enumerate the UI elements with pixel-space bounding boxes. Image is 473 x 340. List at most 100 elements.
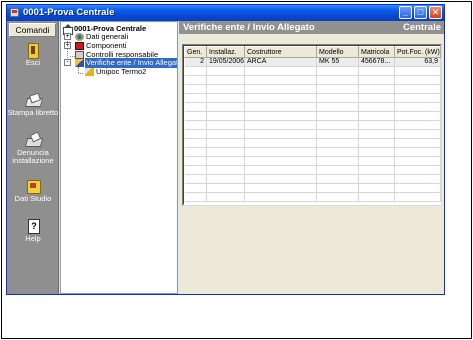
close-button[interactable]: ✕ bbox=[429, 6, 442, 19]
table-row-empty[interactable] bbox=[184, 75, 441, 85]
table-row-empty[interactable] bbox=[184, 111, 441, 121]
app-icon bbox=[10, 8, 19, 17]
table-cell bbox=[316, 66, 359, 76]
table-cell bbox=[206, 66, 245, 76]
sidebar-item-label: Esci bbox=[25, 58, 41, 67]
general-data-icon bbox=[75, 33, 84, 41]
table-cell bbox=[394, 93, 441, 103]
sidebar-item-dati-studio[interactable]: Dati Studio bbox=[7, 179, 59, 203]
table-row-empty[interactable] bbox=[184, 165, 441, 175]
table-cell bbox=[394, 84, 441, 94]
table-cell bbox=[244, 93, 317, 103]
table-row[interactable]: 2 19/05/2006 ARCA MK 55 456678... 63,9 bbox=[184, 57, 441, 67]
column-header-modello[interactable]: Modello bbox=[316, 46, 359, 58]
sidebar-item-denuncia-installazione[interactable]: Denuncia installazione bbox=[7, 133, 59, 165]
column-header-gen[interactable]: Gen. bbox=[184, 46, 207, 58]
tree-node-unipoc-termo2[interactable]: Unipoc Termo2 bbox=[61, 67, 177, 77]
app-window: 0001-Prova Centrale _ □ ✕ Comandi Esci S… bbox=[6, 4, 445, 295]
studio-data-icon bbox=[25, 179, 41, 194]
table-cell bbox=[206, 138, 245, 148]
title-bar[interactable]: 0001-Prova Centrale _ □ ✕ bbox=[7, 5, 444, 21]
tree-expander-plus[interactable]: + bbox=[64, 33, 71, 40]
column-header-potenza[interactable]: Pot.Foc. (kW) bbox=[394, 46, 441, 58]
table-cell bbox=[316, 147, 359, 157]
table-cell bbox=[244, 111, 317, 121]
table-cell bbox=[184, 120, 207, 130]
table-row-empty[interactable] bbox=[184, 138, 441, 148]
table-cell bbox=[244, 183, 317, 193]
commands-header-button[interactable]: Comandi bbox=[9, 23, 56, 37]
table-cell bbox=[244, 156, 317, 166]
tree-expander-minus[interactable]: - bbox=[64, 59, 71, 66]
tree-expander-plus[interactable]: + bbox=[64, 42, 71, 49]
table-cell bbox=[358, 75, 395, 85]
table-row-empty[interactable] bbox=[184, 129, 441, 139]
table-row-empty[interactable] bbox=[184, 93, 441, 103]
sidebar-item-help[interactable]: Help bbox=[7, 219, 59, 243]
column-header-matricola[interactable]: Matricola bbox=[358, 46, 395, 58]
table-cell bbox=[358, 102, 395, 112]
sidebar-item-esci[interactable]: Esci bbox=[7, 43, 59, 67]
table-row-empty[interactable] bbox=[184, 120, 441, 130]
content-header-right: Centrale bbox=[402, 22, 441, 33]
table-header-row: Gen. Installaz. Costruttore Modello Matr… bbox=[184, 46, 441, 58]
table-cell bbox=[184, 84, 207, 94]
table-cell bbox=[394, 120, 441, 130]
table-cell bbox=[244, 129, 317, 139]
table-cell bbox=[358, 183, 395, 193]
table-cell bbox=[394, 75, 441, 85]
table-cell bbox=[206, 93, 245, 103]
table-cell bbox=[184, 111, 207, 121]
table-cell bbox=[244, 192, 317, 202]
table-cell bbox=[244, 84, 317, 94]
table-cell: 63,9 bbox=[394, 57, 441, 67]
table-cell bbox=[244, 102, 317, 112]
table-cell bbox=[184, 129, 207, 139]
table-row-empty[interactable] bbox=[184, 66, 441, 76]
column-header-installaz[interactable]: Installaz. bbox=[206, 46, 245, 58]
table-cell bbox=[184, 192, 207, 202]
table-cell bbox=[206, 75, 245, 85]
table-row-empty[interactable] bbox=[184, 156, 441, 166]
sidebar-item-label: Denuncia installazione bbox=[12, 148, 54, 165]
verification-grid[interactable]: Gen. Installaz. Costruttore Modello Matr… bbox=[182, 44, 442, 206]
table-cell bbox=[206, 174, 245, 184]
table-row-empty[interactable] bbox=[184, 174, 441, 184]
table-cell bbox=[184, 102, 207, 112]
table-cell bbox=[206, 183, 245, 193]
table-cell bbox=[184, 183, 207, 193]
table-cell bbox=[358, 156, 395, 166]
table-row-empty[interactable] bbox=[184, 84, 441, 94]
table-cell bbox=[394, 138, 441, 148]
table-cell bbox=[184, 93, 207, 103]
table-cell bbox=[394, 192, 441, 202]
table-cell bbox=[394, 174, 441, 184]
table-cell: 19/05/2006 bbox=[206, 57, 245, 67]
table-row-empty[interactable] bbox=[184, 183, 441, 193]
column-header-costruttore[interactable]: Costruttore bbox=[244, 46, 317, 58]
tree-node-label: Unipoc Termo2 bbox=[96, 67, 147, 76]
table-cell bbox=[394, 66, 441, 76]
table-cell bbox=[358, 129, 395, 139]
table-cell bbox=[244, 66, 317, 76]
table-row-empty[interactable] bbox=[184, 147, 441, 157]
table-cell bbox=[244, 138, 317, 148]
table-row-empty[interactable] bbox=[184, 102, 441, 112]
table-cell bbox=[206, 111, 245, 121]
table-cell bbox=[206, 129, 245, 139]
table-cell bbox=[206, 165, 245, 175]
table-cell bbox=[316, 183, 359, 193]
table-cell bbox=[316, 75, 359, 85]
minimize-button[interactable]: _ bbox=[399, 6, 412, 19]
table-cell bbox=[358, 84, 395, 94]
table-cell bbox=[316, 93, 359, 103]
table-cell bbox=[358, 138, 395, 148]
verification-icon bbox=[75, 59, 84, 67]
sidebar-item-stampa-libretto[interactable]: Stampa libretto bbox=[7, 93, 59, 117]
navigation-tree: 0001-Prova Centrale + Dati generali + Co… bbox=[60, 21, 178, 294]
table-row-empty[interactable] bbox=[184, 192, 441, 202]
table-cell bbox=[316, 156, 359, 166]
table-cell bbox=[244, 120, 317, 130]
maximize-button[interactable]: □ bbox=[414, 6, 427, 19]
print-booklet-icon bbox=[25, 93, 41, 107]
